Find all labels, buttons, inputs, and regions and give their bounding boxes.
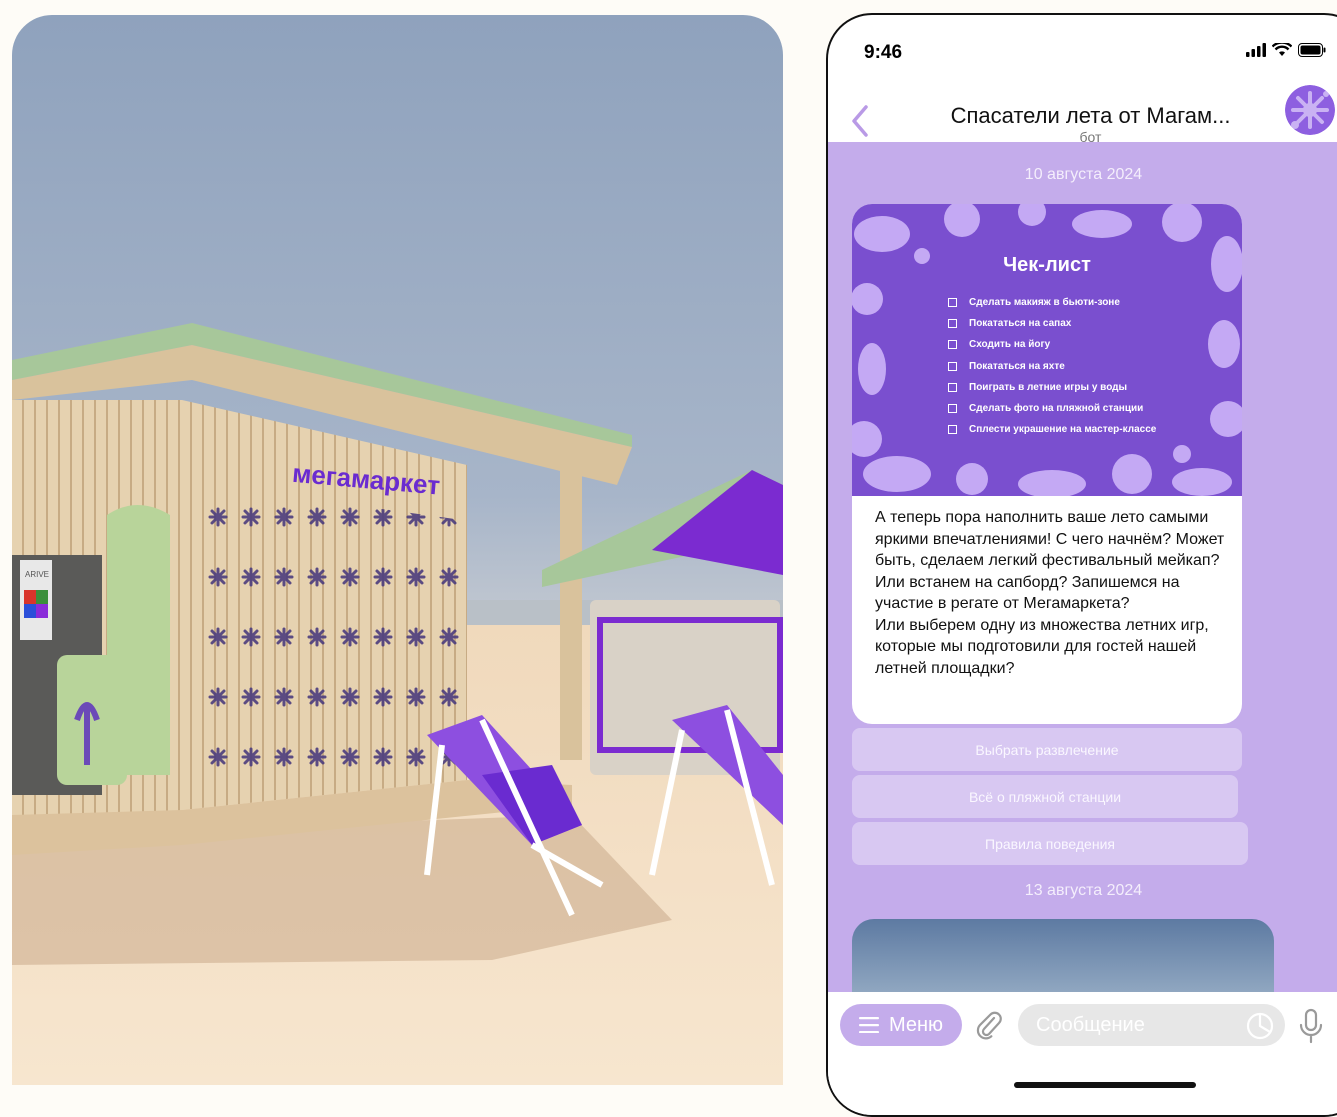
beach-station-info-button[interactable]: Всё о пляжной станции [852,775,1238,818]
message-input[interactable] [1018,1004,1285,1046]
message-paragraph: А теперь пора наполнить ваше лето самыми… [875,509,1225,612]
message-paragraph: Или выберем одну из множества летних игр… [875,616,1209,677]
checklist-item-label: Сделать макияж в бьюти-зоне [969,297,1120,309]
battery-icon [1298,43,1326,57]
phone-frame: 9:46 Спасатели лета от Магам... бот 10 а… [826,13,1337,1117]
checkbox-icon [948,404,957,414]
photo-message[interactable] [852,919,1274,992]
menu-label: Меню [888,1013,944,1036]
checkbox-icon [948,382,957,392]
choose-entertainment-button[interactable]: Выбрать развлечение [852,728,1242,771]
checklist-item: Покататься на яхте [948,356,1156,377]
checklist-item-label: Сплести украшение на мастер-классе [969,424,1157,436]
signal-icon [1246,43,1266,57]
checklist-item-label: Сделать фото на пляжной станции [969,403,1144,415]
checklist-item: Сделать фото на пляжной станции [948,398,1156,419]
checkbox-icon [948,361,957,371]
checklist-item: Поиграть в летние игры у воды [948,377,1156,398]
status-time: 9:46 [864,42,903,63]
poster-text: ARIVE [25,570,49,579]
input-bar: Меню [828,992,1337,1115]
checkbox-icon [948,319,957,329]
checklist-item: Покататься на сапах [948,313,1156,334]
bot-message: Чек-лист Сделать макияж в бьюти-зоне Пок… [852,204,1242,724]
checkbox-icon [948,298,957,308]
message-text: А теперь пора наполнить ваше лето самыми… [875,507,1225,679]
date-separator: 10 августа 2024 [1024,166,1143,183]
back-button[interactable] [848,103,872,139]
status-icons [1246,43,1326,57]
chat-header: Спасатели лета от Магам... бот [828,85,1337,145]
checklist-title: Чек-лист [1003,254,1091,276]
checklist-item-label: Покататься на яхте [969,360,1065,372]
checklist-item-label: Сходить на йогу [969,339,1051,351]
bot-avatar[interactable] [1285,85,1335,135]
checklist-item: Сделать макияж в бьюти-зоне [948,292,1156,313]
menu-icon [858,1017,879,1033]
checklist-item-label: Поиграть в летние игры у воды [969,381,1128,393]
date-separator: 13 августа 2024 [1024,882,1143,899]
chat-title: Спасатели лета от Магам... [950,103,1231,128]
checklist: Сделать макияж в бьюти-зоне Покататься н… [948,292,1156,440]
checklist-image: Чек-лист Сделать макияж в бьюти-зоне Пок… [852,204,1242,496]
beach-station-render: ARIVE мегамаркет [12,15,783,1085]
rules-button[interactable]: Правила поведения [852,822,1248,865]
status-bar: 9:46 [828,15,1337,85]
home-indicator [1014,1082,1196,1088]
chat-area[interactable]: 10 августа 2024 Чек-лист Сделать макияж … [828,142,1337,992]
checkbox-icon [948,340,957,350]
sticker-icon[interactable] [1246,1012,1274,1040]
checkbox-icon [948,425,957,435]
wifi-icon [1272,43,1292,56]
checklist-item: Сплести украшение на мастер-классе [948,419,1156,440]
checklist-item-label: Покататься на сапах [969,318,1072,330]
menu-button[interactable]: Меню [840,1004,962,1046]
attach-icon[interactable] [974,1010,1004,1040]
checklist-item: Сходить на йогу [948,334,1156,355]
microphone-icon[interactable] [1298,1008,1324,1044]
